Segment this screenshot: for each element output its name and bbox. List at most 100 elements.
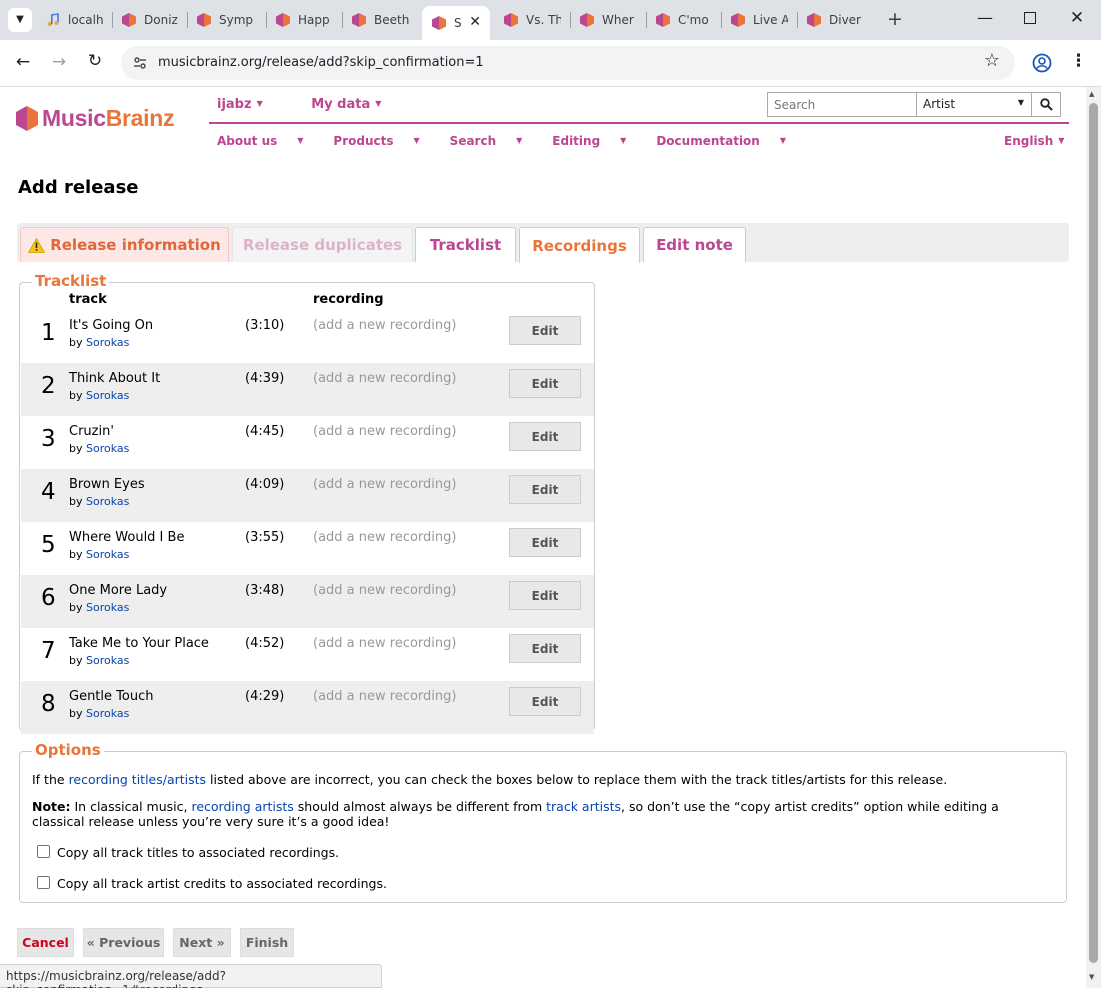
browser-tab[interactable]: S ✕	[422, 6, 490, 40]
cancel-button[interactable]: Cancel	[17, 928, 74, 957]
chevron-down-icon: ▼	[256, 99, 263, 108]
status-url-bar: https://musicbrainz.org/release/add?skip…	[0, 964, 382, 988]
track-artist-credit: by Sorokas	[69, 601, 130, 614]
nav-item-about-us[interactable]: About us ▼	[217, 134, 318, 148]
musicbrainz-favicon-icon	[504, 13, 518, 27]
artist-link[interactable]: Sorokas	[86, 442, 129, 455]
search-type-select[interactable]: Artist ▼	[917, 93, 1032, 116]
copy-artists-label[interactable]: Copy all track artist credits to associa…	[57, 876, 387, 891]
edit-recording-button[interactable]: Edit	[509, 528, 581, 557]
profile-icon[interactable]	[1032, 53, 1052, 73]
search-button[interactable]	[1032, 93, 1060, 116]
close-tab-icon[interactable]: ✕	[469, 14, 481, 30]
track-row: 6 One More Lady by Sorokas (3:48) (add a new…	[21, 575, 594, 628]
browser-tab[interactable]: Vs. Th	[504, 8, 561, 32]
copy-titles-label[interactable]: Copy all track titles to associated reco…	[57, 845, 339, 860]
edit-recording-button[interactable]: Edit	[509, 687, 581, 716]
track-title: Gentle Touch	[69, 689, 154, 704]
track-length: (3:10)	[245, 318, 285, 333]
browser-tab[interactable]: Wher	[580, 8, 637, 32]
main-nav: About us ▼ Products ▼ Search ▼ Editing ▼ Documen…	[217, 134, 816, 148]
user-menu[interactable]: ijabz ▼	[217, 97, 285, 112]
musicbrainz-logo[interactable]: MusicBrainz	[16, 105, 174, 132]
chevron-down-icon: ▼	[516, 136, 523, 145]
copy-titles-checkbox[interactable]	[37, 845, 50, 858]
artist-link[interactable]: Sorokas	[86, 389, 129, 402]
tab-search-button[interactable]: ▼	[8, 8, 32, 32]
artist-link[interactable]: Sorokas	[86, 654, 129, 667]
tab-separator	[797, 12, 798, 28]
new-tab-button[interactable]: +	[886, 10, 904, 29]
artist-link[interactable]: Sorokas	[86, 601, 129, 614]
scroll-down-arrow-icon[interactable]: ▼	[1089, 973, 1094, 981]
track-number: 8	[41, 691, 56, 717]
finish-button[interactable]: Finish	[240, 928, 294, 957]
browser-tab[interactable]: C'mo	[656, 8, 713, 32]
my-data-menu[interactable]: My data ▼	[311, 97, 403, 112]
track-title: Brown Eyes	[69, 477, 145, 492]
forward-arrow-icon[interactable]: →	[49, 54, 69, 71]
chevron-down-icon: ▼	[413, 136, 420, 145]
track-row: 2 Think About It by Sorokas (4:39) (add a ne…	[21, 363, 594, 416]
edit-recording-button[interactable]: Edit	[509, 581, 581, 610]
artist-link[interactable]: Sorokas	[86, 336, 129, 349]
browser-tab[interactable]: localh	[46, 8, 105, 32]
tab-tracklist[interactable]: Tracklist	[415, 227, 516, 262]
previous-button[interactable]: « Previous	[83, 928, 164, 957]
chevron-down-icon: ▼	[297, 136, 304, 145]
edit-recording-button[interactable]: Edit	[509, 422, 581, 451]
nav-item-search[interactable]: Search ▼	[450, 134, 538, 148]
browser-tab[interactable]: Beeth	[352, 8, 411, 32]
reload-icon[interactable]: ↻	[85, 53, 105, 70]
artist-link[interactable]: Sorokas	[86, 548, 129, 561]
browser-tab[interactable]: Live A	[731, 8, 788, 32]
minimize-button[interactable]: —	[977, 10, 993, 26]
track-length: (4:45)	[245, 424, 285, 439]
track-number: 5	[41, 532, 56, 558]
chevron-down-icon: ▼	[1058, 136, 1065, 145]
track-artists-link[interactable]: track artists	[546, 799, 621, 814]
url-text[interactable]: musicbrainz.org/release/add?skip_confirm…	[158, 55, 484, 70]
bookmark-star-icon[interactable]: ☆	[983, 52, 1001, 70]
tab-recordings[interactable]: Recordings	[519, 227, 640, 263]
maximize-button[interactable]	[1024, 12, 1036, 24]
nav-item-documentation[interactable]: Documentation ▼	[656, 134, 801, 148]
musicbrainz-favicon-icon	[656, 13, 670, 27]
browser-tab[interactable]: Doniz	[122, 8, 179, 32]
scrollbar-thumb[interactable]	[1089, 103, 1098, 963]
nav-item-products[interactable]: Products ▼	[333, 134, 434, 148]
tracklist-legend: Tracklist	[32, 272, 110, 290]
tab-edit-note[interactable]: Edit note	[643, 227, 746, 262]
recording-artists-link[interactable]: recording artists	[191, 799, 293, 814]
browser-tab[interactable]: Happ	[276, 8, 333, 32]
language-menu[interactable]: English ▼	[1004, 134, 1064, 148]
musicbrainz-favicon-icon	[197, 13, 211, 27]
edit-recording-button[interactable]: Edit	[509, 316, 581, 345]
recording-titles-link[interactable]: recording titles/artists	[69, 772, 207, 787]
edit-recording-button[interactable]: Edit	[509, 475, 581, 504]
scroll-up-arrow-icon[interactable]: ▲	[1089, 90, 1094, 98]
next-button[interactable]: Next »	[173, 928, 231, 957]
edit-recording-button[interactable]: Edit	[509, 634, 581, 663]
tab-title: localh	[68, 13, 104, 27]
browser-tab[interactable]: Symp	[197, 8, 256, 32]
artist-link[interactable]: Sorokas	[86, 707, 129, 720]
menu-kebab-icon[interactable]: ⋮	[1070, 53, 1087, 70]
artist-link[interactable]: Sorokas	[86, 495, 129, 508]
tab-release-information[interactable]: Release information	[20, 227, 229, 262]
search-icon	[1039, 98, 1053, 111]
recording-placeholder: (add a new recording)	[313, 371, 457, 386]
tab-strip: ▼ localh Doniz Symp Happ Beeth S ✕ Vs. Th Wher C'…	[0, 0, 1101, 40]
edit-recording-button[interactable]: Edit	[509, 369, 581, 398]
track-title: Think About It	[69, 371, 161, 386]
site-info-icon[interactable]	[133, 56, 147, 70]
page-scrollbar[interactable]: ▲ ▼	[1086, 87, 1101, 988]
copy-artists-checkbox[interactable]	[37, 876, 50, 889]
back-arrow-icon[interactable]: ←	[13, 54, 33, 71]
musicbrainz-logo-icon	[16, 106, 38, 131]
address-bar[interactable]: musicbrainz.org/release/add?skip_confirm…	[121, 46, 1015, 80]
close-window-button[interactable]: ✕	[1069, 10, 1085, 27]
nav-item-editing[interactable]: Editing ▼	[552, 134, 641, 148]
browser-tab[interactable]: Diver	[807, 8, 864, 32]
search-input[interactable]	[768, 93, 917, 116]
